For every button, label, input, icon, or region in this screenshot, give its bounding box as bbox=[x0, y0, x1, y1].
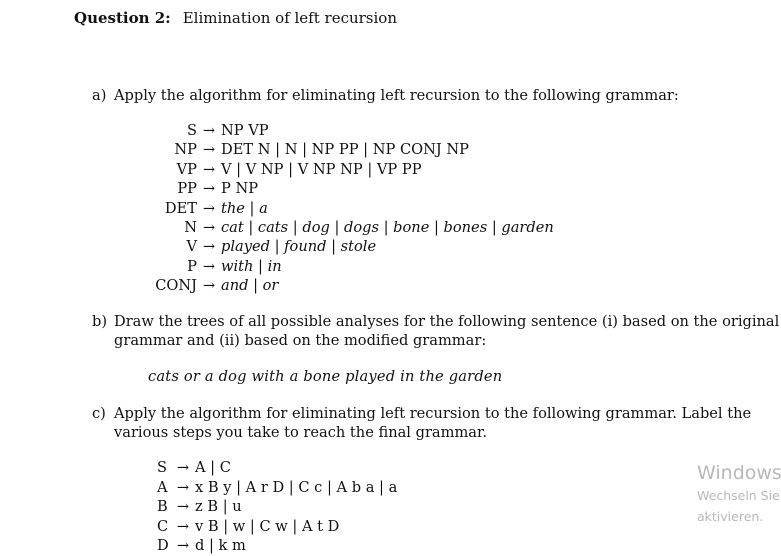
rule-rhs: d | k m bbox=[195, 537, 246, 554]
grammar-rule: S → A | C bbox=[157, 458, 397, 478]
part-c-text-line2: various steps you take to reach the fina… bbox=[114, 424, 488, 441]
part-a-text: Apply the algorithm for eliminating left… bbox=[114, 87, 679, 104]
grammar-rule: D → d | k m bbox=[157, 536, 397, 556]
windows-watermark-line3: aktivieren. bbox=[697, 509, 764, 524]
part-b-text-line2: grammar and (ii) based on the modified g… bbox=[114, 332, 487, 349]
arrow-icon: → bbox=[176, 478, 190, 496]
rule-lhs: D bbox=[157, 537, 169, 554]
arrow-icon: → bbox=[176, 459, 190, 476]
arrow-icon: → bbox=[202, 199, 216, 217]
rule-lhs: A bbox=[157, 478, 168, 496]
grammar-rule: C → v B | w | C w | A t D bbox=[157, 517, 397, 537]
arrow-icon: → bbox=[176, 537, 190, 554]
part-b-text-line1: Draw the trees of all possible analyses … bbox=[114, 313, 780, 330]
question-number: Question 2: bbox=[74, 9, 171, 27]
question-heading: Question 2: Elimination of left recursion bbox=[74, 9, 397, 27]
grammar-rule: VP → V | V NP | V NP NP | VP PP bbox=[140, 160, 554, 179]
grammar-rule: A → x B y | A r D | C c | A b a | a bbox=[157, 478, 397, 498]
rule-rhs: the | a bbox=[221, 199, 268, 217]
arrow-icon: → bbox=[202, 257, 216, 275]
rule-rhs: DET N | N | NP PP | NP CONJ NP bbox=[221, 141, 469, 159]
part-c-label: c) bbox=[92, 405, 106, 422]
rule-lhs: V bbox=[186, 238, 197, 256]
arrow-icon: → bbox=[202, 277, 216, 295]
rule-lhs: DET bbox=[164, 199, 197, 217]
rule-rhs: cat | cats | dog | dogs | bone | bones |… bbox=[221, 218, 554, 236]
grammar-rule: DET → the | a bbox=[140, 199, 554, 218]
part-c-text-line1: Apply the algorithm for eliminating left… bbox=[114, 405, 752, 422]
grammar-rule: CONJ → and | or bbox=[140, 276, 554, 295]
part-c-instruction: c) Apply the algorithm for eliminating le… bbox=[92, 404, 751, 442]
rule-rhs: P NP bbox=[221, 180, 259, 198]
rule-rhs: v B | w | C w | A t D bbox=[195, 517, 340, 535]
rule-lhs: VP bbox=[176, 160, 197, 178]
arrow-icon: → bbox=[202, 218, 216, 236]
windows-watermark-title: Windows bbox=[697, 462, 781, 484]
part-a-instruction: a) Apply the algorithm for eliminating le… bbox=[92, 86, 679, 105]
arrow-icon: → bbox=[176, 517, 190, 535]
arrow-icon: → bbox=[202, 160, 216, 178]
part-b-label: b) bbox=[92, 313, 108, 330]
rule-rhs: NP VP bbox=[221, 122, 269, 139]
grammar-rule: N → cat | cats | dog | dogs | bone | bones… bbox=[140, 218, 554, 237]
grammar-rule: NP → DET N | N | NP PP | NP CONJ NP bbox=[140, 140, 554, 159]
rule-rhs: played | found | stole bbox=[221, 238, 377, 256]
rule-lhs: C bbox=[157, 517, 169, 535]
rule-rhs: V | V NP | V NP NP | VP PP bbox=[221, 160, 422, 178]
grammar-rule: V → played | found | stole bbox=[140, 237, 554, 256]
rule-rhs: with | in bbox=[221, 257, 282, 275]
rule-lhs: S bbox=[157, 459, 167, 476]
example-sentence: cats or a dog with a bone played in the … bbox=[148, 368, 503, 385]
windows-watermark-line2: Wechseln Sie bbox=[697, 488, 780, 503]
arrow-icon: → bbox=[202, 122, 216, 139]
rule-lhs: NP bbox=[174, 141, 197, 159]
grammar-rule: PP → P NP bbox=[140, 179, 554, 198]
arrow-icon: → bbox=[202, 180, 216, 198]
rule-rhs: x B y | A r D | C c | A b a | a bbox=[195, 478, 398, 496]
arrow-icon: → bbox=[202, 238, 216, 256]
rule-lhs: CONJ bbox=[155, 277, 197, 295]
grammar-c: S → A | C A → x B y | A r D | C c | A b a | a… bbox=[157, 458, 397, 556]
rule-rhs: A | C bbox=[195, 459, 231, 476]
rule-lhs: P bbox=[187, 257, 197, 275]
rule-lhs: S bbox=[187, 122, 197, 139]
grammar-rule: P → with | in bbox=[140, 257, 554, 276]
part-b-instruction: b) Draw the trees of all possible analyse… bbox=[92, 312, 779, 350]
question-title: Elimination of left recursion bbox=[182, 9, 397, 27]
rule-lhs: N bbox=[184, 218, 197, 236]
arrow-icon: → bbox=[202, 141, 216, 159]
arrow-icon: → bbox=[176, 498, 190, 515]
rule-lhs: B bbox=[157, 498, 168, 515]
rule-rhs: z B | u bbox=[195, 498, 242, 515]
grammar-rule: S → NP VP bbox=[140, 121, 554, 140]
rule-rhs: and | or bbox=[221, 277, 279, 295]
grammar-a: S → NP VP NP → DET N | N | NP PP | NP CONJ NP… bbox=[140, 121, 554, 296]
grammar-rule: B → z B | u bbox=[157, 497, 397, 517]
part-a-label: a) bbox=[92, 87, 107, 104]
rule-lhs: PP bbox=[177, 180, 197, 198]
